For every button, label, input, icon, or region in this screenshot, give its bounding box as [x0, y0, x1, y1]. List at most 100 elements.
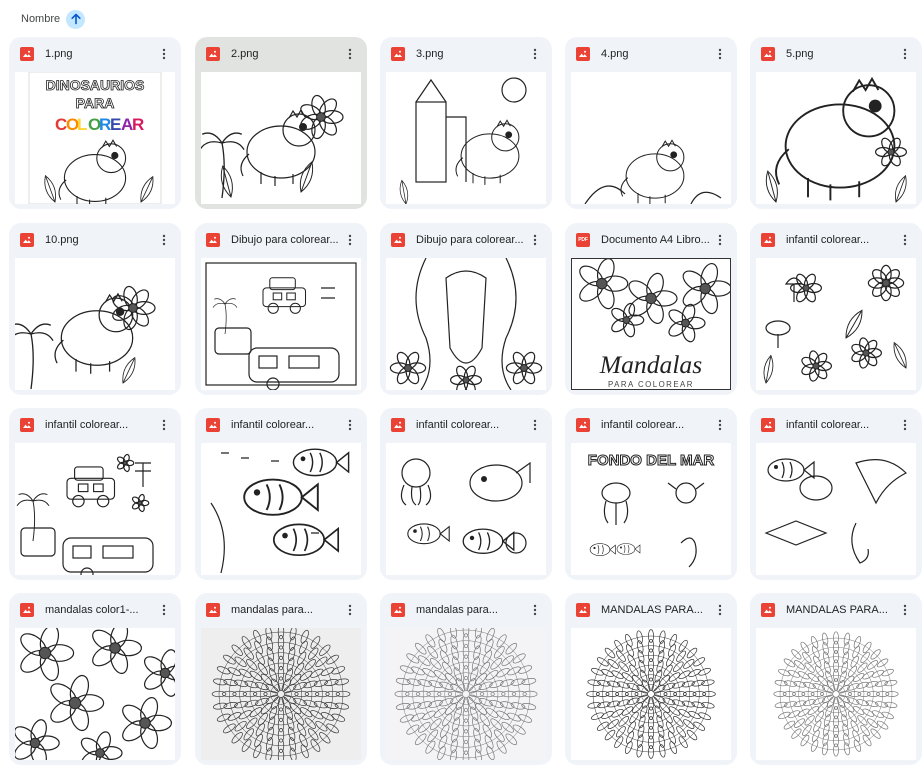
- more-vert-icon[interactable]: [896, 45, 914, 63]
- file-name[interactable]: infantil colorear...: [601, 419, 711, 431]
- file-thumbnail[interactable]: [571, 72, 731, 204]
- file-name[interactable]: infantil colorear...: [786, 419, 896, 431]
- more-vert-icon[interactable]: [526, 601, 544, 619]
- file-thumbnail[interactable]: [756, 443, 916, 575]
- file-thumbnail[interactable]: [201, 443, 361, 575]
- file-name[interactable]: Dibujo para colorear...: [231, 234, 341, 246]
- more-vert-icon[interactable]: [896, 231, 914, 249]
- file-card-header: mandalas para...: [380, 593, 552, 627]
- more-vert-icon[interactable]: [341, 45, 359, 63]
- file-name[interactable]: 5.png: [786, 48, 896, 60]
- more-vert-icon[interactable]: [341, 231, 359, 249]
- more-vert-icon[interactable]: [896, 416, 914, 434]
- more-vert-icon[interactable]: [711, 416, 729, 434]
- file-thumbnail[interactable]: DINOSAURIOS PARA C O L O R E A R: [15, 72, 175, 204]
- file-card[interactable]: MANDALAS PARA...: [750, 593, 922, 765]
- file-name[interactable]: 3.png: [416, 48, 526, 60]
- thumbnail-drawing: [201, 94, 344, 199]
- file-card[interactable]: MANDALAS PARA...: [565, 593, 737, 765]
- file-name[interactable]: Dibujo para colorear...: [416, 234, 526, 246]
- file-name[interactable]: infantil colorear...: [231, 419, 341, 431]
- more-vert-icon[interactable]: [526, 416, 544, 434]
- file-card[interactable]: mandalas para...: [380, 593, 552, 765]
- file-thumbnail[interactable]: [201, 258, 361, 390]
- file-card[interactable]: infantil colorear...: [750, 223, 922, 395]
- more-vert-icon[interactable]: [711, 231, 729, 249]
- more-vert-icon[interactable]: [341, 601, 359, 619]
- file-name[interactable]: Documento A4 Libro...: [601, 234, 711, 246]
- image-file-icon: [391, 47, 405, 61]
- file-thumbnail[interactable]: [201, 628, 361, 760]
- file-card-header: infantil colorear...: [380, 408, 552, 442]
- file-name[interactable]: infantil colorear...: [45, 419, 155, 431]
- file-thumbnail[interactable]: [15, 258, 175, 390]
- file-thumbnail[interactable]: [15, 628, 175, 760]
- file-name[interactable]: 2.png: [231, 48, 341, 60]
- file-card[interactable]: Dibujo para colorear...: [380, 223, 552, 395]
- more-vert-icon[interactable]: [526, 231, 544, 249]
- more-vert-icon[interactable]: [155, 416, 173, 434]
- file-name[interactable]: MANDALAS PARA...: [601, 604, 711, 616]
- more-vert-icon[interactable]: [155, 231, 173, 249]
- thumb-title-line: Mandalas: [599, 350, 702, 379]
- file-thumbnail[interactable]: FONDO DEL MAR: [571, 443, 731, 575]
- file-thumbnail[interactable]: [756, 258, 916, 390]
- more-vert-icon[interactable]: [711, 601, 729, 619]
- file-card[interactable]: 3.png: [380, 37, 552, 209]
- image-file-icon: [576, 418, 590, 432]
- file-thumbnail[interactable]: [15, 443, 175, 575]
- file-thumbnail[interactable]: [756, 72, 916, 204]
- file-card[interactable]: infantil colorear...: [380, 408, 552, 580]
- file-card[interactable]: 10.png: [9, 223, 181, 395]
- file-name[interactable]: mandalas color1-...: [45, 604, 155, 616]
- more-vert-icon[interactable]: [896, 601, 914, 619]
- file-card[interactable]: infantil colorear... FONDO DEL MAR: [565, 408, 737, 580]
- file-card-header: infantil colorear...: [750, 408, 922, 442]
- file-name[interactable]: 1.png: [45, 48, 155, 60]
- file-thumbnail[interactable]: [386, 628, 546, 760]
- file-name[interactable]: MANDALAS PARA...: [786, 604, 896, 616]
- file-thumbnail[interactable]: [386, 258, 546, 390]
- thumb-title-line: PARA: [76, 95, 115, 111]
- file-name[interactable]: mandalas para...: [231, 604, 341, 616]
- file-card-header: PDF Documento A4 Libro...: [565, 223, 737, 257]
- file-card[interactable]: 4.png: [565, 37, 737, 209]
- thumbnail-drawing: [763, 264, 907, 384]
- sort-label[interactable]: Nombre: [21, 13, 60, 25]
- file-card[interactable]: 1.png DINOSAURIOS PARA C O L O R E A R: [9, 37, 181, 209]
- file-card[interactable]: 5.png: [750, 37, 922, 209]
- file-thumbnail[interactable]: [756, 628, 916, 760]
- thumbnail-drawing: [773, 631, 899, 757]
- file-thumbnail[interactable]: [386, 72, 546, 204]
- thumbnail-drawing: [389, 258, 543, 390]
- file-card[interactable]: infantil colorear...: [750, 408, 922, 580]
- file-card[interactable]: mandalas color1-...: [9, 593, 181, 765]
- file-card[interactable]: mandalas para...: [195, 593, 367, 765]
- file-card[interactable]: Dibujo para colorear...: [195, 223, 367, 395]
- image-file-icon: [206, 418, 220, 432]
- file-thumbnail[interactable]: Mandalas PARA COLOREAR: [571, 258, 731, 390]
- more-vert-icon[interactable]: [155, 601, 173, 619]
- file-card-header: Dibujo para colorear...: [195, 223, 367, 257]
- file-thumbnail[interactable]: [201, 72, 361, 204]
- file-card-header: MANDALAS PARA...: [565, 593, 737, 627]
- file-name[interactable]: infantil colorear...: [416, 419, 526, 431]
- file-name[interactable]: 4.png: [601, 48, 711, 60]
- file-card-header: mandalas para...: [195, 593, 367, 627]
- file-card[interactable]: infantil colorear...: [9, 408, 181, 580]
- thumb-title-letter: E: [110, 115, 121, 134]
- more-vert-icon[interactable]: [155, 45, 173, 63]
- image-file-icon: [761, 47, 775, 61]
- file-card[interactable]: infantil colorear...: [195, 408, 367, 580]
- file-card[interactable]: PDF Documento A4 Libro... Mandalas PARA C…: [565, 223, 737, 395]
- file-name[interactable]: mandalas para...: [416, 604, 526, 616]
- file-card[interactable]: 2.png: [195, 37, 367, 209]
- file-thumbnail[interactable]: [571, 628, 731, 760]
- file-name[interactable]: 10.png: [45, 234, 155, 246]
- more-vert-icon[interactable]: [341, 416, 359, 434]
- more-vert-icon[interactable]: [526, 45, 544, 63]
- sort-direction-button[interactable]: [66, 9, 86, 29]
- file-thumbnail[interactable]: [386, 443, 546, 575]
- file-name[interactable]: infantil colorear...: [786, 234, 896, 246]
- more-vert-icon[interactable]: [711, 45, 729, 63]
